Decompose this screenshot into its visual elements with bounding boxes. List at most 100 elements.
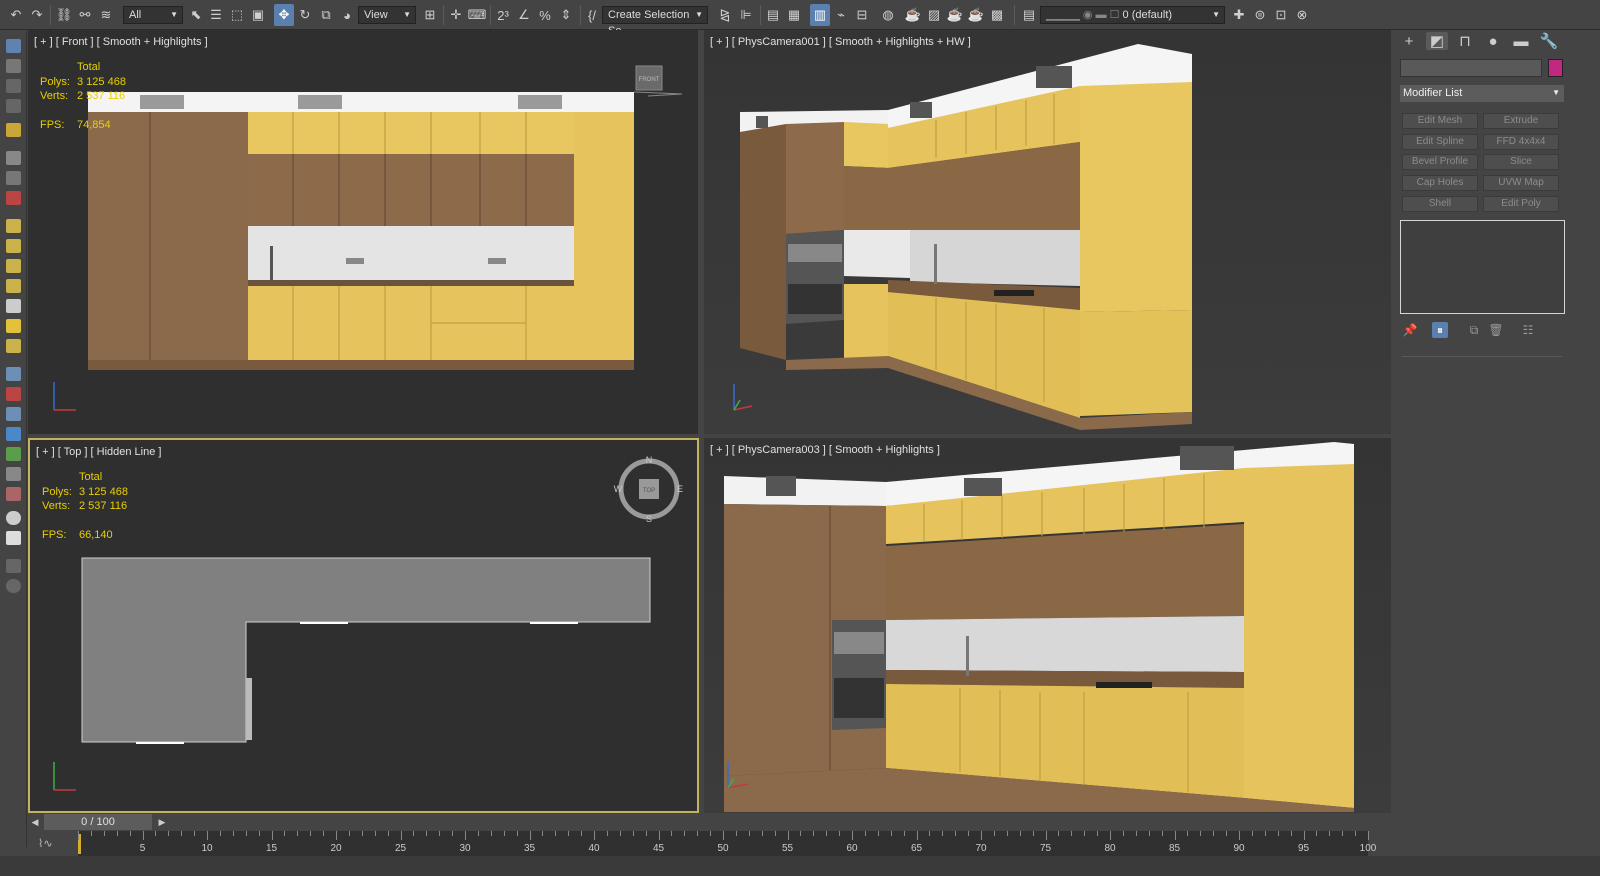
manage-layers-icon[interactable]: ▤ xyxy=(1019,4,1039,26)
shell-button[interactable]: Shell xyxy=(1402,196,1478,212)
snaps-toggle-icon[interactable]: 2³ xyxy=(493,4,513,26)
viewport-icon[interactable] xyxy=(6,39,21,53)
create-tab-icon[interactable]: + xyxy=(1398,32,1420,50)
curve-editor-mini-icon[interactable]: ⌇∿ xyxy=(38,837,53,850)
selection-filter-dropdown[interactable]: All ▼ xyxy=(123,6,183,24)
pivot-center-icon[interactable]: ⊞ xyxy=(420,4,440,26)
bind-spacewarp-icon[interactable]: ≋ xyxy=(96,4,116,26)
layer-explorer-icon[interactable]: ▤ xyxy=(763,4,783,26)
place-icon[interactable]: ◕ xyxy=(337,4,357,26)
layout-icon[interactable] xyxy=(6,79,21,93)
viewport-label[interactable]: [ + ] [ PhysCamera003 ] [ Smooth + Highl… xyxy=(710,444,940,456)
render-setup-icon[interactable]: ☕ xyxy=(903,4,923,26)
help-icon[interactable] xyxy=(6,579,21,593)
cylinder-icon[interactable] xyxy=(6,259,21,273)
grid-icon[interactable] xyxy=(6,531,21,545)
display-tab-icon[interactable]: ▬ xyxy=(1510,32,1532,50)
track-bar[interactable]: ⌇∿ 5 10 15 20 25 30 35 40 45 50 55 60 65 70 75 80 85 90 95… xyxy=(28,831,1391,856)
ribbon-toggle-icon[interactable]: ▦ xyxy=(784,4,804,26)
render-production-icon[interactable]: ☕ xyxy=(945,4,965,26)
edit-spline-button[interactable]: Edit Spline xyxy=(1402,134,1478,150)
helper-icon[interactable] xyxy=(6,151,21,165)
viewport-physcamera001[interactable]: [ + ] [ PhysCamera001 ] [ Smooth + Highl… xyxy=(704,30,1391,434)
spinner-snap-icon[interactable]: ⇕ xyxy=(556,4,576,26)
timeline-ruler[interactable]: 5 10 15 20 25 30 35 40 45 50 55 60 65 70 75 80 85 90 95 100 xyxy=(78,831,1376,856)
unlink-icon[interactable]: ⚯ xyxy=(75,4,95,26)
make-unique-icon[interactable]: ⧉ xyxy=(1466,322,1482,338)
prev-frame-arrow-icon[interactable]: ◀ xyxy=(28,814,42,830)
rendered-frame-icon[interactable]: ▨ xyxy=(924,4,944,26)
keyboard-shortcut-icon[interactable]: ⌨ xyxy=(467,4,487,26)
viewport-label[interactable]: [ + ] [ PhysCamera001 ] [ Smooth + Highl… xyxy=(710,36,971,48)
sphere-icon[interactable] xyxy=(6,239,21,253)
cap-holes-button[interactable]: Cap Holes xyxy=(1402,175,1478,191)
create-box-icon[interactable] xyxy=(6,59,21,73)
viewport-label[interactable]: [ + ] [ Top ] [ Hidden Line ] xyxy=(36,446,161,458)
viewport-physcamera003[interactable]: [ + ] [ PhysCamera003 ] [ Smooth + Highl… xyxy=(704,438,1391,813)
populate-icon[interactable] xyxy=(6,407,21,421)
hierarchy-tab-icon[interactable]: ⊓ xyxy=(1454,32,1476,50)
modifier-list-dropdown[interactable]: Modifier List ▼ xyxy=(1400,85,1564,102)
select-manipulate-icon[interactable]: ✛ xyxy=(446,4,466,26)
select-layer-icon[interactable]: ⊡ xyxy=(1271,4,1291,26)
scene-explorer-icon[interactable]: ▥ xyxy=(810,4,830,26)
schematic-view-icon[interactable]: ⊟ xyxy=(852,4,872,26)
scale-icon[interactable]: ⧉ xyxy=(316,4,336,26)
object-name-field[interactable] xyxy=(1400,59,1542,77)
redo-icon[interactable]: ↷ xyxy=(27,4,47,26)
select-object-icon[interactable]: ⬉ xyxy=(186,4,206,26)
viewport-top[interactable]: TOP N S E W [ + ] [ Top ] [ Hidden Line … xyxy=(28,438,699,813)
curve-editor-icon[interactable]: ⌁ xyxy=(831,4,851,26)
script-icon[interactable] xyxy=(6,559,21,573)
undo-icon[interactable]: ↶ xyxy=(6,4,26,26)
reference-coord-dropdown[interactable]: View ▼ xyxy=(358,6,416,24)
mirror-icon[interactable]: ⧎ xyxy=(715,4,735,26)
material-editor-icon[interactable]: ◍ xyxy=(878,4,898,26)
remove-modifier-icon[interactable]: 🗑 xyxy=(1488,322,1504,338)
named-selection-dropdown[interactable]: Create Selection Se▼ xyxy=(602,6,708,37)
move-icon[interactable]: ✥ xyxy=(274,4,294,26)
window-crossing-icon[interactable]: ▣ xyxy=(248,4,268,26)
table-icon[interactable] xyxy=(6,99,21,113)
angle-snap-icon[interactable]: ∠ xyxy=(514,4,534,26)
cone-icon[interactable] xyxy=(6,299,21,313)
object-color-swatch[interactable] xyxy=(1548,59,1563,77)
edit-poly-button[interactable]: Edit Poly xyxy=(1483,196,1559,212)
modify-tab-icon[interactable]: ◩ xyxy=(1426,32,1448,50)
slice-button[interactable]: Slice xyxy=(1483,154,1559,170)
layer-stack-icon[interactable]: ⊜ xyxy=(1250,4,1270,26)
ffd-button[interactable]: FFD 4x4x4 xyxy=(1483,134,1559,150)
systems-icon[interactable] xyxy=(6,191,21,205)
torus-icon[interactable] xyxy=(6,279,21,293)
viewport-front[interactable]: FRONT [ + ] [ Front ] [ Smooth + Highlig… xyxy=(28,30,698,434)
time-slider[interactable]: 0 / 100 xyxy=(44,814,152,830)
align-icon[interactable]: ⊫ xyxy=(736,4,756,26)
percent-snap-icon[interactable]: % xyxy=(535,4,555,26)
plugin-icon[interactable] xyxy=(6,447,21,461)
edit-named-selection-icon[interactable]: {/ xyxy=(582,4,602,26)
select-by-name-icon[interactable]: ☰ xyxy=(206,4,226,26)
uvw-map-button[interactable]: UVW Map xyxy=(1483,175,1559,191)
next-frame-arrow-icon[interactable]: ▶ xyxy=(155,814,169,830)
light-icon[interactable] xyxy=(6,123,21,137)
globe-icon[interactable] xyxy=(6,427,21,441)
sun-icon[interactable] xyxy=(6,319,21,333)
rig-icon[interactable] xyxy=(6,367,21,381)
render-iterative-icon[interactable]: ☕ xyxy=(966,4,986,26)
rect-selection-icon[interactable]: ⬚ xyxy=(227,4,247,26)
motion-tab-icon[interactable]: ● xyxy=(1482,32,1504,50)
extrude-button[interactable]: Extrude xyxy=(1483,113,1559,129)
paint-icon[interactable] xyxy=(6,387,21,401)
layer-options-icon[interactable]: ⊗ xyxy=(1292,4,1312,26)
scene-states-icon[interactable] xyxy=(6,467,21,481)
layer-dropdown[interactable]: ▁▁▁▁ ◉ ▬ ☐ 0 (default) ▼ xyxy=(1040,6,1225,24)
viewport-label[interactable]: [ + ] [ Front ] [ Smooth + Highlights ] xyxy=(34,36,208,48)
geosphere-icon[interactable] xyxy=(6,339,21,353)
utilities-tab-icon[interactable]: 🔧 xyxy=(1538,32,1560,50)
bevel-profile-button[interactable]: Bevel Profile xyxy=(1402,154,1478,170)
rotate-icon[interactable]: ↻ xyxy=(295,4,315,26)
add-to-layer-icon[interactable]: ✚ xyxy=(1229,4,1249,26)
link-icon[interactable]: ⛓ xyxy=(54,4,74,26)
camera-icon[interactable] xyxy=(6,487,21,501)
configure-modifier-sets-icon[interactable]: ☷ xyxy=(1520,322,1536,338)
